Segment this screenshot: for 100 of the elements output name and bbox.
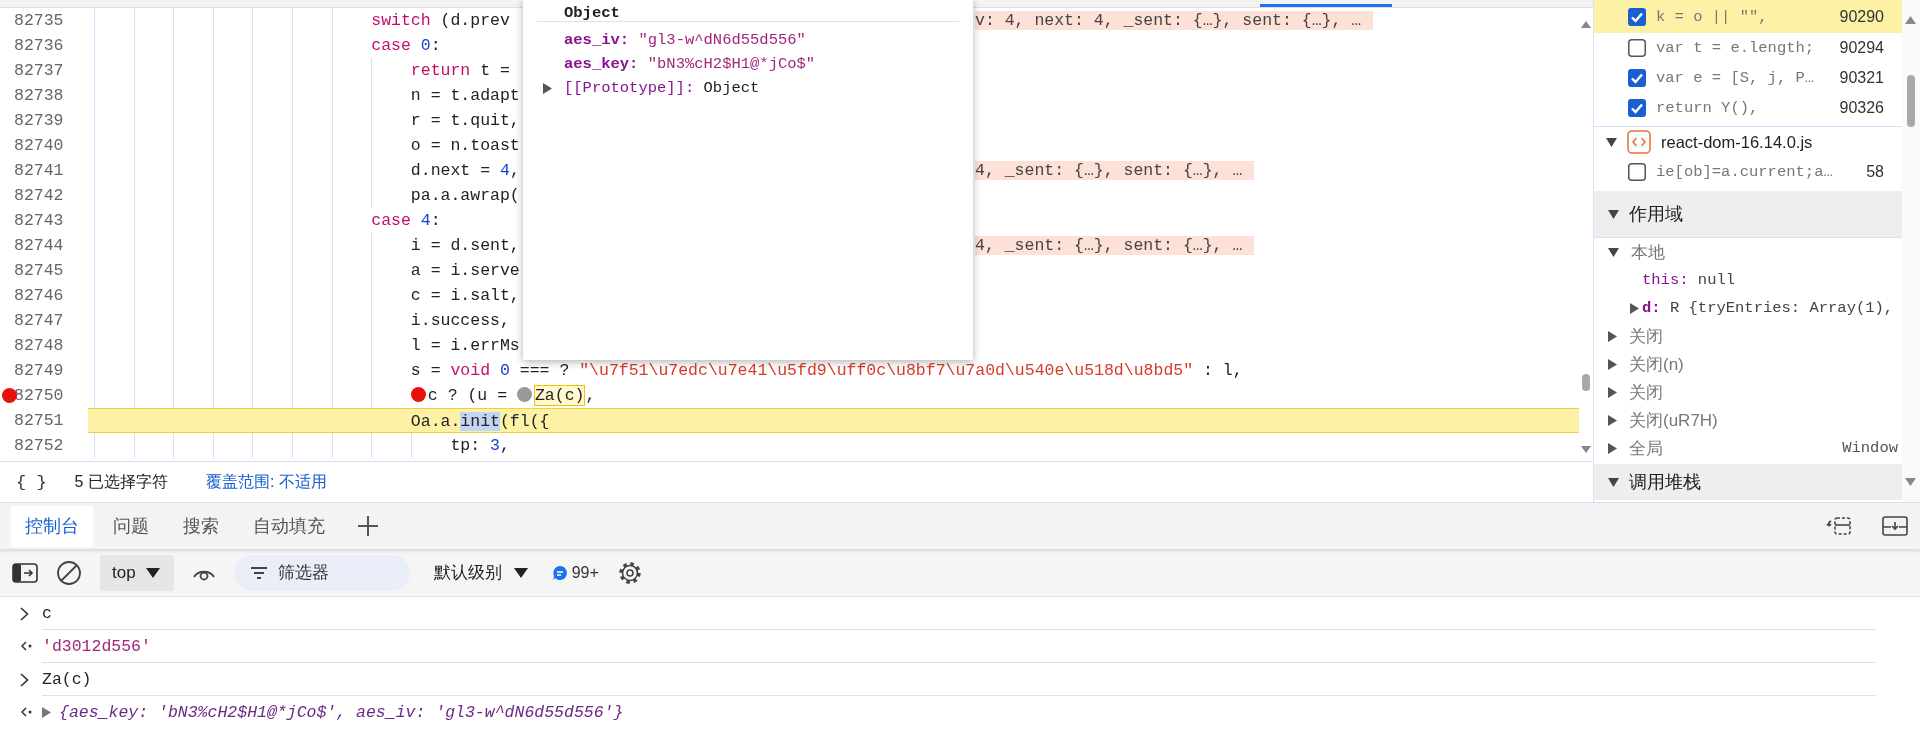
line-number: 82740 (14, 136, 64, 155)
code-text: a = i.serve (410, 261, 520, 280)
breakpoint-code: k = o || "", (1656, 7, 1769, 26)
pretty-print-button[interactable]: { } (12, 472, 51, 492)
code-text: n = t.adapt (410, 86, 520, 105)
file-name[interactable]: react-dom-16.14.0.js (1661, 132, 1813, 152)
breakpoint-code: ie[ob]=a.current;a… (1656, 163, 1834, 181)
drawer-tab[interactable]: 问题 (99, 505, 163, 547)
scrollbar-thumb[interactable] (1582, 374, 1590, 391)
expand-arrow-icon[interactable] (1608, 247, 1619, 257)
code-text: tp: 3, (450, 436, 510, 455)
collapse-arrow-icon[interactable] (42, 707, 51, 718)
breakpoint-marker[interactable] (516, 387, 532, 402)
code-text: i.success, (410, 311, 510, 330)
scope-label[interactable]: 关闭(uR7H) (1629, 408, 1718, 432)
checkbox[interactable] (1628, 99, 1646, 117)
console-command-text: c (42, 604, 52, 623)
settings-icon[interactable] (616, 559, 643, 586)
checkbox[interactable] (1628, 163, 1646, 181)
file-icon (1627, 130, 1651, 154)
scroll-up-icon[interactable] (1905, 16, 1916, 24)
scope-label[interactable]: 关闭(n) (1629, 352, 1684, 376)
variable-row: d: R {tryEntries: Array(1), (1642, 299, 1894, 317)
scope-label[interactable]: 全局 (1629, 436, 1663, 460)
breakpoint-marker[interactable] (410, 387, 426, 402)
code-text: case 4: (371, 211, 441, 230)
breakpoint-code: var t = e.length; (1656, 39, 1816, 57)
code-text: Oa.a. (410, 412, 461, 431)
log-level-dropdown[interactable]: 默认级别 (427, 561, 534, 584)
code-text: case 0: (371, 36, 441, 55)
message-icon[interactable] (551, 564, 568, 581)
collapse-arrow-icon[interactable] (1608, 358, 1617, 370)
collapse-arrow-icon[interactable] (1608, 330, 1617, 342)
sidebar-toggle-icon[interactable] (12, 562, 38, 583)
scroll-down-icon[interactable] (1581, 446, 1591, 453)
context-dropdown[interactable]: top (100, 554, 174, 591)
line-number: 82746 (14, 286, 64, 305)
checkbox[interactable] (1628, 69, 1646, 87)
property-row[interactable]: [[Prototype]]: Object (564, 79, 760, 97)
scope-label[interactable]: 本地 (1631, 240, 1665, 264)
dock-side-icon[interactable] (1826, 516, 1852, 536)
code-text: (fl({ (499, 412, 550, 431)
collapse-arrow-icon[interactable] (1608, 386, 1617, 398)
drawer-tab[interactable]: 自动填充 (239, 505, 339, 547)
checkbox[interactable] (1628, 39, 1646, 57)
clear-console-icon[interactable] (56, 559, 82, 586)
scroll-down-icon[interactable] (1905, 478, 1916, 486)
filter-icon (249, 565, 268, 580)
line-number: 82749 (14, 361, 64, 380)
code-text: c = i.salt, (410, 286, 520, 305)
filter-field[interactable]: 筛选器 (233, 554, 410, 591)
collapse-arrow-icon[interactable] (543, 83, 552, 94)
scroll-up-icon[interactable] (1581, 21, 1591, 28)
result-arrow-icon (20, 706, 33, 718)
line-number: 90290 (1839, 7, 1884, 26)
scope-label[interactable]: 关闭 (1629, 324, 1663, 348)
code-text: pa.a.awrap( (410, 186, 520, 205)
popover-title: Object (537, 0, 959, 22)
section-title[interactable]: 作用域 (1629, 202, 1683, 226)
line-number: 82748 (14, 336, 64, 355)
message-count[interactable]: 99+ (571, 563, 599, 582)
selected-text: init (460, 412, 500, 431)
dock-bottom-icon[interactable] (1882, 516, 1908, 536)
caret-icon (513, 567, 528, 578)
line-number: 82741 (14, 161, 64, 180)
line-number: 82739 (14, 111, 64, 130)
drawer-tab[interactable]: 搜索 (169, 505, 233, 547)
inline-value: 4, _sent: {…}, sent: {…}, … (975, 236, 1255, 255)
scrollbar-thumb[interactable] (1907, 75, 1915, 127)
console-result: {aes_key: 'bN3%cH2$H1@*jCo$', aes_iv: 'gl3-w^dN6d55d556'} (59, 703, 624, 722)
code-text: l = i.errMs (410, 336, 520, 355)
scope-label[interactable]: 关闭 (1629, 380, 1663, 404)
scope-value: Window (1842, 439, 1898, 457)
variable-row: this: null (1642, 271, 1736, 289)
code-text: d.next = 4, (410, 161, 520, 180)
line-number: 82744 (14, 236, 64, 255)
add-tab-icon[interactable] (357, 515, 379, 537)
drawer-tab[interactable]: 控制台 (11, 505, 93, 547)
line-number: 90294 (1839, 39, 1884, 57)
code-text: , (585, 386, 596, 405)
console-result: 'd3012d556' (42, 637, 151, 656)
line-number: 82742 (14, 186, 64, 205)
property-row: aes_key: "bN3%cH2$H1@*jCo$" (564, 55, 816, 73)
breakpoint-marker[interactable] (2, 388, 17, 403)
expand-arrow-icon[interactable] (1606, 137, 1617, 147)
code-text: return t = (410, 61, 510, 80)
section-title[interactable]: 调用堆栈 (1629, 470, 1701, 494)
code-text: c ? (u = (427, 386, 509, 405)
coverage-link[interactable]: 覆盖范围: 不适用 (205, 471, 327, 493)
line-number: 82735 (14, 11, 64, 30)
input-prompt-icon (20, 673, 29, 687)
collapse-arrow-icon[interactable] (1630, 302, 1639, 314)
checkbox[interactable] (1628, 7, 1646, 26)
collapse-arrow-icon[interactable] (1608, 442, 1617, 454)
collapse-arrow-icon[interactable] (1608, 414, 1617, 426)
code-text: switch (d.prev (371, 11, 510, 30)
expand-arrow-icon[interactable] (1608, 209, 1619, 219)
console-command-text: Za(c) (42, 670, 92, 689)
expand-arrow-icon[interactable] (1608, 477, 1619, 487)
selection-info: 5 已选择字符 (74, 471, 168, 492)
